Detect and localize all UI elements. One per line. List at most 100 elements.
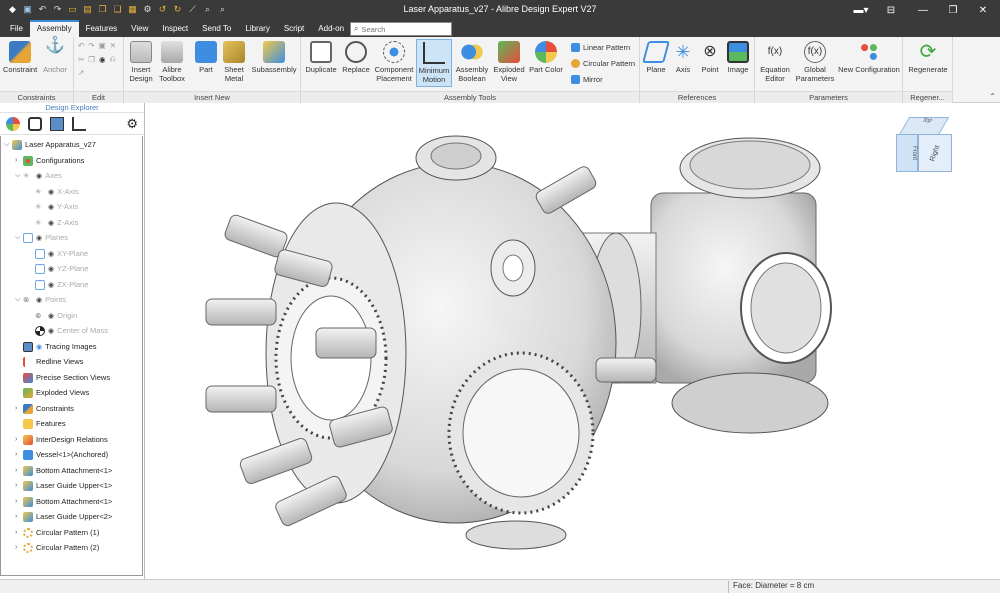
tree-item-planes[interactable]: ⌵ ◉ Planes	[15, 230, 68, 245]
tree-item-constraints[interactable]: › Constraints	[15, 401, 74, 416]
exploded-view-button[interactable]: Exploded View	[491, 41, 527, 83]
tree-item-exploded-views[interactable]: Exploded Views	[15, 385, 89, 400]
expand-icon[interactable]: ›	[15, 405, 23, 412]
axis-button[interactable]: ✳ Axis	[670, 41, 696, 74]
tree-item-precise-section-views[interactable]: Precise Section Views	[15, 370, 110, 385]
suppress-icon[interactable]: ⎌	[110, 54, 116, 64]
menu-library[interactable]: Library	[238, 20, 276, 37]
color-wheel-icon[interactable]	[6, 116, 20, 131]
expand-icon[interactable]: ⌵	[15, 296, 23, 304]
part-button[interactable]: Part	[194, 41, 218, 74]
menu-assembly[interactable]: Assembly	[29, 20, 79, 37]
eye-icon[interactable]: ◉	[48, 281, 54, 289]
3d-viewport[interactable]: Top Front Right	[146, 103, 1000, 579]
tree-item-interdesign-relations[interactable]: › InterDesign Relations	[15, 432, 108, 447]
menu-script[interactable]: Script	[277, 20, 311, 37]
cross-chamber[interactable]	[650, 137, 832, 434]
tree-item-xy-plane[interactable]: ◉ XY-Plane	[27, 246, 88, 261]
eye-icon[interactable]: ◉	[48, 265, 54, 273]
tree-item-bottom-attachment-2[interactable]: › Bottom Attachment<1>	[15, 494, 112, 509]
alibre-toolbox-button[interactable]: Alibre Toolbox	[157, 41, 187, 83]
settings-gear-icon[interactable]: ⚙	[126, 116, 138, 132]
duplicate-button[interactable]: Duplicate	[303, 41, 339, 74]
tree-item-circular-pattern-1[interactable]: › Circular Pattern (1)	[15, 525, 99, 540]
search-box[interactable]: ⌕	[350, 22, 452, 36]
minimize-button[interactable]: —	[908, 0, 938, 20]
component-placement-button[interactable]: Component Placement	[373, 41, 415, 83]
new-configuration-button[interactable]: New Configuration	[837, 41, 901, 74]
eye-icon[interactable]: ◉	[36, 343, 42, 351]
point-button[interactable]: ⊗ Point	[697, 41, 723, 74]
tree-item-root[interactable]: ⌵ Laser Apparatus_v27	[4, 137, 96, 152]
assembly-boolean-button[interactable]: Assembly Boolean	[454, 41, 490, 83]
tree-item-circular-pattern-2[interactable]: › Circular Pattern (2)	[15, 540, 99, 555]
undo-icon[interactable]: ↶	[78, 41, 84, 50]
tree-item-configurations[interactable]: › Configurations	[15, 153, 84, 168]
eye-icon[interactable]: ◉	[48, 188, 54, 196]
tree-item-vessel[interactable]: › Vessel<1>(Anchored)	[15, 447, 108, 462]
redo-icon[interactable]: ↷	[88, 41, 94, 50]
view-cube[interactable]: Top Front Right	[896, 117, 956, 177]
regenerate-button[interactable]: ⟳ Regenerate	[905, 41, 951, 74]
search-input[interactable]	[361, 24, 446, 34]
tree-item-points[interactable]: ⌵ ⊗ ◉ Points	[15, 292, 66, 307]
expand-icon[interactable]: ›	[15, 482, 23, 489]
constraint-button[interactable]: Constraint	[3, 41, 37, 74]
minimum-motion-button[interactable]: Minimum Motion	[416, 39, 452, 87]
expand-icon[interactable]: ›	[15, 467, 23, 474]
menu-file[interactable]: File	[0, 20, 30, 37]
tree-item-laser-guide-upper-2[interactable]: › Laser Guide Upper<2>	[15, 509, 112, 524]
image-button[interactable]: Image	[724, 41, 752, 74]
edit-tools[interactable]: ↶ ↷ ▣ ✕ ✂ ❐ ◉ ⎌ ↗	[78, 41, 122, 77]
expand-icon[interactable]: ›	[15, 157, 23, 164]
part-color-button[interactable]: Part Color	[528, 41, 564, 74]
equation-editor-button[interactable]: f(x) Equation Editor	[757, 41, 793, 83]
edit-icon[interactable]: ▣	[99, 41, 106, 50]
tree-item-redline-views[interactable]: Redline Views	[15, 354, 83, 369]
eye-icon[interactable]: ◉	[36, 172, 42, 180]
tree-item-y-axis[interactable]: ✳ ◉ Y-Axis	[27, 199, 78, 214]
tree-item-features[interactable]: Features	[15, 416, 66, 431]
sheet-metal-button[interactable]: Sheet Metal	[220, 41, 248, 83]
tree-view-icon[interactable]	[72, 116, 86, 131]
plane-button[interactable]: Plane	[642, 41, 670, 74]
tree-item-tracing-images[interactable]: ◉ Tracing Images	[15, 339, 97, 354]
tree-item-zx-plane[interactable]: ◉ ZX-Plane	[27, 277, 88, 292]
eye-icon[interactable]: ◉	[48, 219, 54, 227]
eye-icon[interactable]: ◉	[48, 203, 54, 211]
properties-icon[interactable]	[28, 116, 42, 131]
linear-pattern-button[interactable]: Linear Pattern	[571, 43, 630, 52]
menu-view[interactable]: View	[124, 20, 155, 37]
theme-toggle-icon[interactable]: ▬▾	[846, 0, 876, 20]
tree-item-x-axis[interactable]: ✳ ◉ X-Axis	[27, 184, 79, 199]
cut-icon[interactable]: ✂	[78, 55, 84, 64]
replace-button[interactable]: Replace	[340, 41, 372, 74]
eye-icon[interactable]: ◉	[36, 296, 42, 304]
tree-item-laser-guide-upper-1[interactable]: › Laser Guide Upper<1>	[15, 478, 112, 493]
restore-ribbon-icon[interactable]: ⊟	[876, 0, 906, 20]
anchor-button[interactable]: ⚓ Anchor	[38, 38, 72, 75]
tree-item-axes[interactable]: ⌵ ✳ ◉ Axes	[15, 168, 62, 183]
expand-icon[interactable]: ⌵	[4, 141, 12, 149]
image-view-icon[interactable]	[50, 116, 64, 131]
mirror-button[interactable]: Mirror	[571, 75, 603, 84]
delete-icon[interactable]: ✕	[110, 41, 116, 50]
collapse-ribbon-icon[interactable]: ⌃	[989, 92, 996, 101]
close-button[interactable]: ✕	[968, 0, 998, 20]
tree-item-center-of-mass[interactable]: ◉ Center of Mass	[27, 323, 108, 338]
menu-inspect[interactable]: Inspect	[155, 20, 195, 37]
eye-icon[interactable]: ◉	[36, 234, 42, 242]
tree-item-origin[interactable]: ⊗ ◉ Origin	[27, 308, 77, 323]
copy-icon[interactable]: ❐	[88, 55, 95, 64]
global-parameters-button[interactable]: f(x) Global Parameters	[795, 41, 835, 83]
subassembly-button[interactable]: Subassembly	[250, 41, 298, 74]
menu-send-to[interactable]: Send To	[195, 20, 238, 37]
maximize-button[interactable]: ❐	[938, 0, 968, 20]
eye-icon[interactable]: ◉	[48, 327, 54, 335]
expand-icon[interactable]: ⌵	[15, 234, 23, 242]
menu-add-on[interactable]: Add-on	[311, 20, 351, 37]
visibility-icon[interactable]: ◉	[99, 55, 106, 64]
expand-icon[interactable]: ›	[15, 451, 23, 458]
eye-icon[interactable]: ◉	[48, 250, 54, 258]
tree-item-z-axis[interactable]: ✳ ◉ Z-Axis	[27, 215, 78, 230]
